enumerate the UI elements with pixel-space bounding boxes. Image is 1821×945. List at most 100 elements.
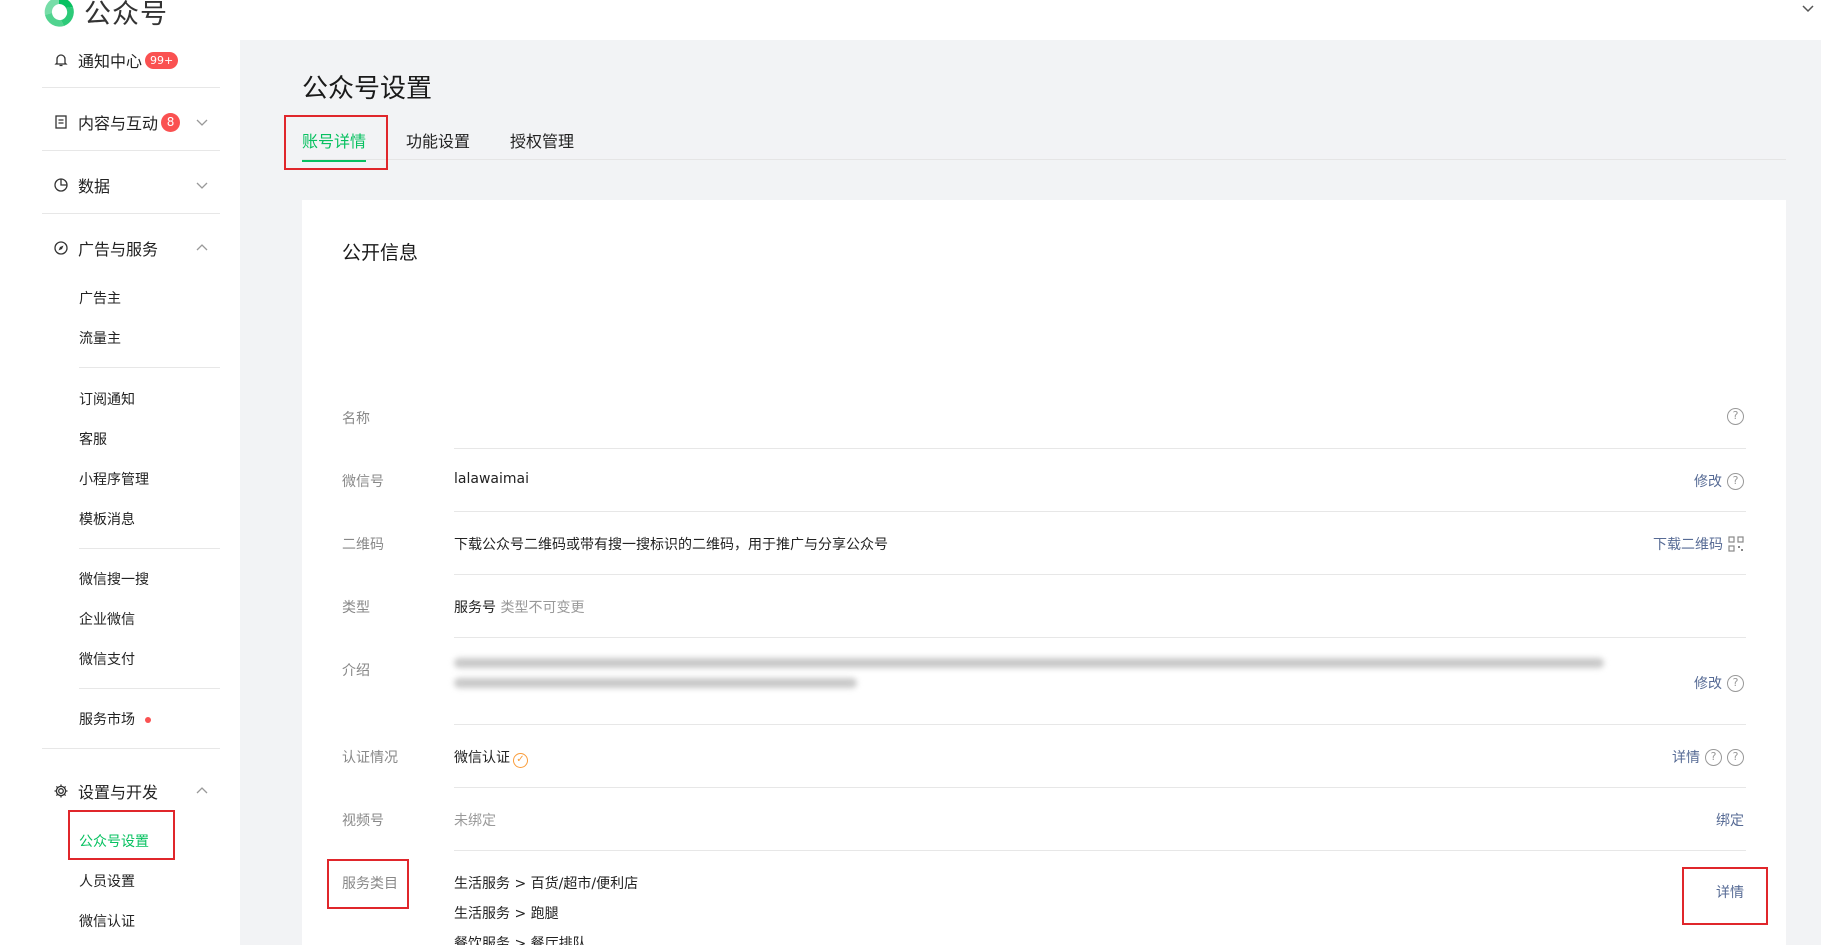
sidebar-item-data[interactable]: 数据 (52, 173, 110, 197)
document-icon (52, 113, 70, 131)
chevron-down-icon[interactable] (1801, 2, 1815, 16)
sidebar-item-publisher[interactable]: 流量主 (79, 328, 121, 348)
download-qrcode-link[interactable]: 下载二维码 (1653, 534, 1723, 554)
details-link[interactable]: 详情 (1672, 747, 1700, 767)
sidebar-item-miniprogram[interactable]: 小程序管理 (79, 469, 149, 489)
sidebar-item-work-wechat[interactable]: 企业微信 (79, 609, 135, 629)
chevron-up-icon[interactable] (196, 785, 208, 797)
bind-link[interactable]: 绑定 (1716, 810, 1744, 830)
wechat-id-value: lalawaimai (454, 471, 529, 487)
name-action: ? (1722, 408, 1744, 425)
content-badge: 8 (161, 112, 181, 132)
sidebar-item-members[interactable]: 人员设置 (79, 871, 135, 891)
sidebar-item-label: 内容与互动 (78, 114, 159, 133)
qrcode-action: 下载二维码 (1653, 534, 1744, 554)
divider (42, 87, 220, 88)
divider (454, 724, 1746, 725)
top-bar: 公众号 (0, 0, 1821, 40)
gear-icon (52, 782, 70, 800)
section-title: 公开信息 (342, 242, 419, 264)
chevron-down-icon[interactable] (196, 179, 208, 191)
tab-function-settings[interactable]: 功能设置 (406, 128, 470, 160)
pie-chart-icon (52, 176, 70, 194)
sidebar-item-verification[interactable]: 微信认证 (79, 911, 135, 931)
modify-link[interactable]: 修改 (1694, 673, 1722, 693)
type-value: 服务号 类型不可变更 (454, 597, 584, 617)
sidebar-item-settings[interactable]: 设置与开发 (52, 779, 158, 803)
info-card: 公开信息 名称 ? 微信号 lalawaimai 修改 ? 二维码 下载公众号二… (302, 200, 1786, 945)
divider (79, 367, 220, 368)
divider (454, 574, 1746, 575)
intro-action: 修改 ? (1694, 673, 1744, 693)
name-label: 名称 (342, 411, 370, 427)
sidebar-item-wechat-pay[interactable]: 微信支付 (79, 649, 135, 669)
annotation-box (327, 859, 409, 909)
category-value-2: 生活服务 > 跑腿 (454, 906, 559, 922)
divider (79, 548, 220, 549)
app-name: 公众号 (84, 0, 168, 30)
sidebar-item-label: 广告与服务 (78, 240, 159, 259)
bell-icon (52, 51, 70, 69)
divider (454, 787, 1746, 788)
channels-value: 未绑定 (454, 813, 496, 829)
sidebar-item-label: 设置与开发 (78, 783, 159, 802)
chevron-down-icon[interactable] (196, 116, 208, 128)
qrcode-icon[interactable] (1728, 536, 1744, 552)
divider (42, 213, 220, 214)
divider (454, 637, 1746, 638)
sidebar-item-ads[interactable]: 广告与服务 (52, 236, 158, 260)
wechat-official-account-logo-icon (44, 0, 74, 27)
help-icon[interactable]: ? (1727, 472, 1744, 490)
verify-label: 认证情况 (342, 750, 398, 766)
page-title: 公众号设置 (302, 74, 433, 104)
help-icon[interactable]: ? (1705, 748, 1722, 766)
category-value-1: 生活服务 > 百货/超市/便利店 (454, 876, 639, 892)
verify-value: 微信认证 ✓ (454, 747, 528, 768)
divider (454, 448, 1746, 449)
annotation-box (68, 810, 175, 860)
divider (42, 748, 220, 749)
modify-link[interactable]: 修改 (1694, 471, 1722, 491)
divider (454, 850, 1746, 851)
category-value-3: 餐饮服务 > 餐厅排队 (454, 936, 587, 945)
qrcode-desc: 下载公众号二维码或带有搜一搜标识的二维码，用于推广与分享公众号 (454, 537, 888, 553)
divider (42, 150, 220, 151)
sidebar-item-label: 服务市场 (79, 712, 135, 728)
sidebar-item-label: 数据 (78, 177, 111, 196)
divider (79, 688, 220, 689)
type-note: 类型不可变更 (500, 600, 585, 616)
sidebar-item-customer-service[interactable]: 客服 (79, 429, 107, 449)
sidebar-item-subscription[interactable]: 订阅通知 (79, 389, 135, 409)
verified-check-icon: ✓ (513, 753, 528, 768)
notice-badge: 99+ (145, 51, 179, 69)
help-icon[interactable]: ? (1727, 408, 1744, 425)
chevron-up-icon[interactable] (196, 242, 208, 254)
intro-blurred-text (454, 658, 1604, 704)
tab-bar: 账号详情 功能设置 授权管理 (302, 128, 1786, 162)
type-text: 服务号 (454, 600, 496, 616)
sidebar-item-search[interactable]: 微信搜一搜 (79, 569, 149, 589)
qrcode-label: 二维码 (342, 537, 384, 553)
new-dot (145, 717, 151, 723)
verify-action: 详情 ? ? (1672, 747, 1744, 767)
verify-text: 微信认证 (454, 750, 510, 766)
help-icon[interactable]: ? (1727, 674, 1744, 692)
channels-label: 视频号 (342, 813, 384, 829)
type-label: 类型 (342, 600, 370, 616)
annotation-box (1682, 867, 1768, 925)
help-icon[interactable]: ? (1727, 748, 1744, 766)
sidebar-item-template[interactable]: 模板消息 (79, 509, 135, 529)
sidebar-item-label: 通知中心 (78, 52, 143, 71)
sidebar-item-market[interactable]: 服务市场 (79, 709, 151, 729)
channels-action: 绑定 (1716, 810, 1744, 830)
tab-authorization[interactable]: 授权管理 (510, 128, 574, 160)
divider (454, 511, 1746, 512)
logo[interactable]: 公众号 (42, 0, 168, 31)
annotation-box (284, 115, 388, 170)
sidebar-item-content[interactable]: 内容与互动 8 (52, 110, 181, 134)
wechat-id-action: 修改 ? (1694, 471, 1744, 491)
sidebar-item-advertiser[interactable]: 广告主 (79, 288, 121, 308)
intro-label: 介绍 (342, 663, 370, 679)
sidebar-item-notice[interactable]: 通知中心 99+ (52, 48, 179, 72)
compass-icon (52, 239, 70, 257)
